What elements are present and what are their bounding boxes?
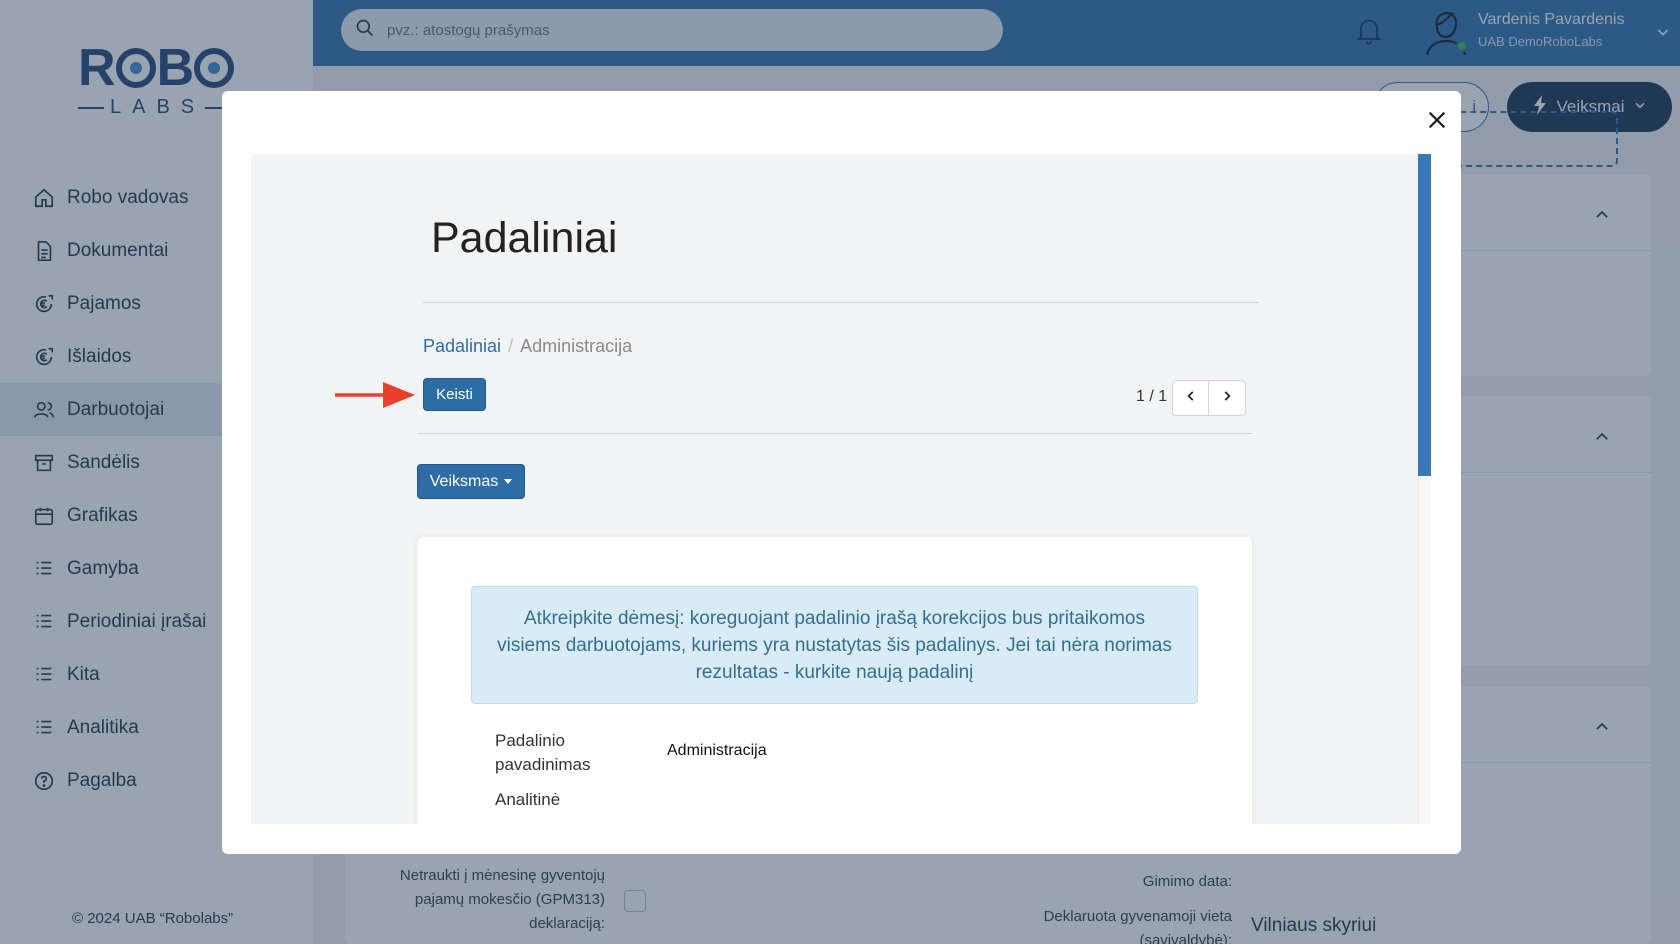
breadcrumb: Padaliniai / Administracija	[423, 336, 632, 357]
previous-record-button[interactable]	[1172, 380, 1209, 416]
action-dropdown-label: Veiksmas	[429, 472, 499, 490]
close-icon	[1426, 109, 1448, 136]
divider	[417, 433, 1252, 434]
modal-content-frame: Padaliniai Padaliniai / Administracija Kei…	[251, 154, 1431, 824]
pager	[1172, 380, 1246, 416]
chevron-left-icon	[1184, 389, 1198, 408]
warning-alert-text: Atkreipkite dėmesį: koreguojant padalini…	[497, 607, 1172, 683]
breadcrumb-current: Administracija	[520, 336, 633, 356]
department-modal: Padaliniai Padaliniai / Administracija Kei…	[222, 91, 1461, 854]
breadcrumb-parent-link[interactable]: Padaliniai	[423, 336, 501, 356]
close-button[interactable]	[1420, 105, 1454, 139]
divider	[423, 302, 1259, 303]
record-sheet: Atkreipkite dėmesį: koreguojant padalini…	[417, 537, 1252, 824]
annotation-arrow-icon	[333, 378, 417, 417]
scrollbar-thumb[interactable]	[1418, 154, 1431, 476]
page-title: Padaliniai	[431, 214, 618, 262]
edit-button[interactable]: Keisti	[423, 378, 486, 411]
next-record-button[interactable]	[1209, 380, 1246, 416]
breadcrumb-separator: /	[508, 336, 514, 356]
action-dropdown-button[interactable]: Veiksmas	[417, 464, 525, 499]
caret-down-icon	[504, 479, 513, 484]
department-name-value: Administracija	[667, 742, 767, 759]
warning-alert: Atkreipkite dėmesį: koreguojant padalini…	[471, 586, 1198, 704]
department-name-label: Padalinio pavadinimas	[495, 731, 591, 774]
chevron-right-icon	[1220, 389, 1234, 408]
pager-counter: 1 / 1	[1136, 388, 1168, 405]
analytic-account-label: Analitinė	[495, 790, 561, 809]
